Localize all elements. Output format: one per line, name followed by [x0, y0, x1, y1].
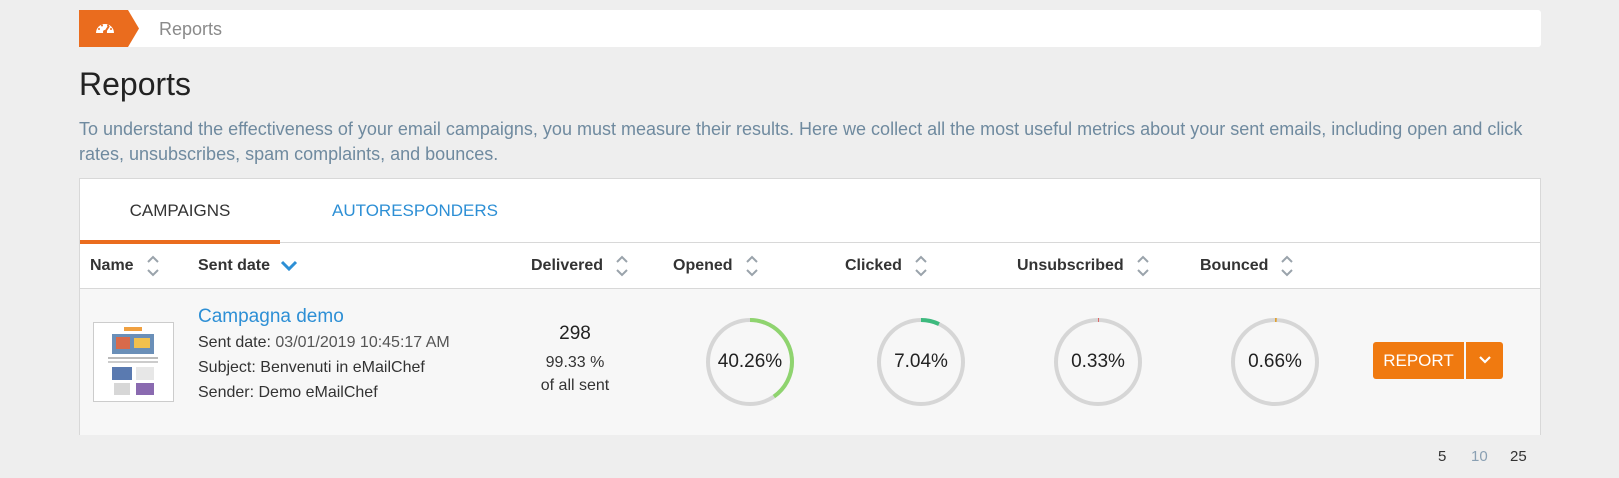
sort-icon[interactable]	[615, 253, 629, 279]
page-title: Reports	[79, 66, 192, 102]
campaign-name-link[interactable]: Campagna demo	[198, 306, 344, 328]
table-header: Name Sent date Delivered Opened Clicked	[80, 243, 1540, 289]
column-unsubscribed[interactable]: Unsubscribed	[1017, 243, 1150, 289]
opened-gauge: 40.26%	[704, 316, 796, 408]
campaign-sent-date: Sent date: 03/01/2019 10:45:17 AM	[198, 334, 450, 352]
delivered-percent: 99.33 %	[545, 354, 605, 371]
column-name[interactable]: Name	[90, 243, 160, 289]
chevron-down-icon	[1478, 356, 1491, 364]
clicked-gauge: 7.04%	[875, 316, 967, 408]
campaign-thumbnail[interactable]	[93, 322, 174, 402]
column-sent-date-label: Sent date	[198, 257, 271, 274]
column-opened[interactable]: Opened	[673, 243, 759, 289]
sort-icon[interactable]	[1280, 253, 1294, 279]
column-bounced-label: Bounced	[1200, 257, 1269, 274]
sent-date-label: Sent date:	[198, 334, 276, 351]
tab-autoresponders[interactable]: AUTORESPONDERS	[330, 179, 500, 243]
unsubscribed-gauge: 0.33%	[1052, 316, 1144, 408]
bounced-gauge: 0.66%	[1229, 316, 1321, 408]
reports-card: CAMPAIGNS AUTORESPONDERS Name Sent date …	[79, 178, 1541, 435]
breadcrumb-home[interactable]	[79, 10, 140, 47]
sort-icon[interactable]	[914, 253, 928, 279]
column-unsubscribed-label: Unsubscribed	[1017, 257, 1124, 274]
column-delivered[interactable]: Delivered	[531, 243, 629, 289]
sent-date-value: 03/01/2019 10:45:17 AM	[275, 334, 450, 351]
column-clicked[interactable]: Clicked	[845, 243, 928, 289]
delivered-cell: 298 99.33 % of all sent	[510, 323, 640, 395]
campaign-subject: Subject: Benvenuti in eMailChef	[198, 359, 425, 377]
campaign-sender: Sender: Demo eMailChef	[198, 384, 378, 402]
page-size-10[interactable]: 10	[1471, 448, 1488, 465]
column-name-label: Name	[90, 257, 134, 274]
tab-campaigns[interactable]: CAMPAIGNS	[80, 179, 280, 244]
table-row: Campagna demo Sent date: 03/01/2019 10:4…	[80, 289, 1540, 435]
tab-bar: CAMPAIGNS AUTORESPONDERS	[80, 179, 1540, 244]
sender-value: Demo eMailChef	[258, 384, 378, 401]
page-description: To understand the effectiveness of your …	[79, 119, 1523, 164]
page-size-5[interactable]: 5	[1438, 448, 1446, 465]
delivered-note: of all sent	[540, 377, 610, 394]
sort-icon[interactable]	[745, 253, 759, 279]
sort-icon[interactable]	[1136, 253, 1150, 279]
column-delivered-label: Delivered	[531, 257, 604, 274]
delivered-count: 298	[559, 323, 591, 344]
sort-icon[interactable]	[146, 253, 160, 279]
sender-label: Sender:	[198, 384, 259, 401]
breadcrumb: Reports	[79, 10, 1541, 47]
subject-value: Benvenuti in eMailChef	[260, 359, 425, 376]
unsubscribed-rate: 0.33%	[1071, 351, 1125, 372]
bounced-rate: 0.66%	[1248, 351, 1302, 372]
breadcrumb-current: Reports	[159, 19, 223, 39]
sort-desc-icon[interactable]	[280, 259, 298, 273]
column-sent-date[interactable]: Sent date	[198, 243, 298, 289]
report-dropdown-toggle[interactable]	[1466, 342, 1503, 379]
report-button[interactable]: REPORT	[1373, 342, 1464, 379]
clicked-rate: 7.04%	[894, 351, 948, 372]
column-opened-label: Opened	[673, 257, 733, 274]
column-clicked-label: Clicked	[845, 257, 902, 274]
opened-rate: 40.26%	[717, 351, 783, 372]
page-size-25[interactable]: 25	[1510, 448, 1527, 465]
column-bounced[interactable]: Bounced	[1200, 243, 1294, 289]
subject-label: Subject:	[198, 359, 261, 376]
